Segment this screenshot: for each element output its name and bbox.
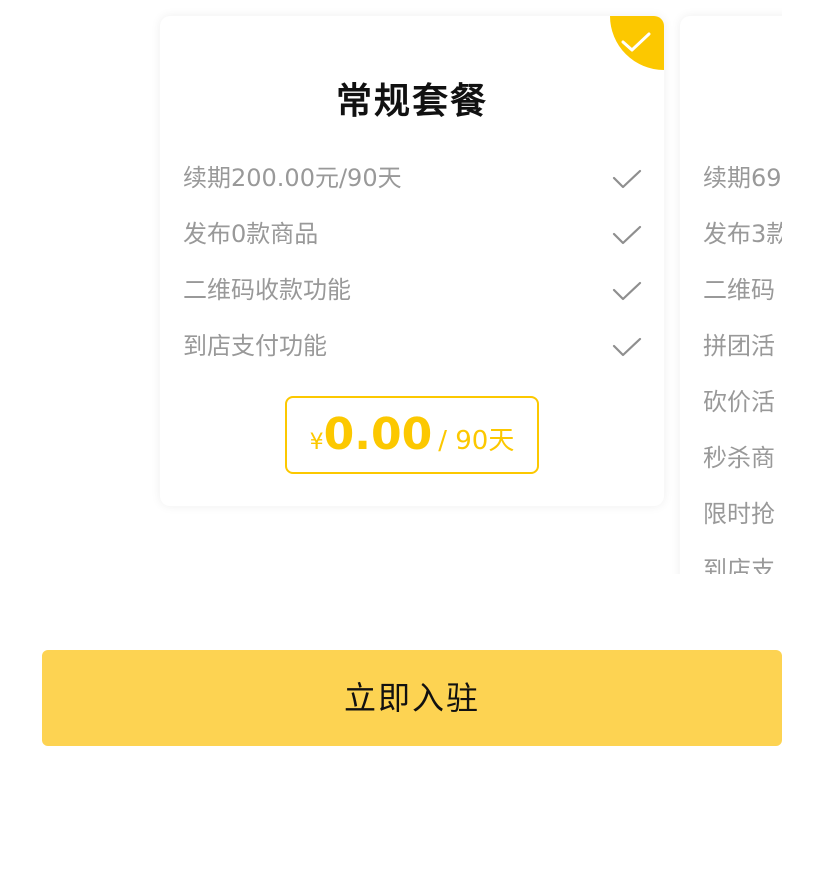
feature-label: 秒杀商: [703, 444, 775, 472]
plan-card-regular[interactable]: 常规套餐 续期200.00元/90天 发布0款商品 二维码收款功能 到店支付功能…: [160, 16, 664, 506]
check-icon: [612, 337, 642, 357]
plan-selection-page: 常规套餐 续期200.00元/90天 发布0款商品 二维码收款功能 到店支付功能…: [0, 0, 825, 878]
price-box: ¥0.00/ 90天: [285, 396, 539, 474]
feature-label: 续期200.00元/90天: [183, 164, 402, 192]
feature-item: 续期200.00元/90天: [183, 156, 642, 212]
feature-item: 发布3款: [703, 212, 782, 268]
price-period: / 90天: [438, 426, 515, 456]
feature-item: 续期69: [703, 156, 782, 212]
feature-label: 限时抢: [703, 500, 775, 528]
check-icon: [612, 281, 642, 301]
price-currency: ¥: [309, 430, 324, 455]
feature-label: 二维码: [703, 276, 775, 304]
plan-title: 常规套餐: [335, 81, 488, 122]
feature-item: 砍价活: [703, 380, 782, 436]
feature-item: 到店支付功能: [183, 324, 642, 380]
check-icon: [621, 32, 651, 52]
feature-label: 到店支付功能: [183, 332, 327, 360]
check-icon: [612, 225, 642, 245]
feature-label: 发布0款商品: [183, 220, 319, 248]
feature-item: 秒杀商: [703, 436, 782, 492]
feature-item: 二维码收款功能: [183, 268, 642, 324]
feature-label: 续期69: [703, 164, 782, 192]
price-amount: 0.00: [323, 409, 433, 460]
feature-label: 发布3款: [703, 220, 782, 248]
feature-item: 发布0款商品: [183, 212, 642, 268]
feature-list: 续期200.00元/90天 发布0款商品 二维码收款功能 到店支付功能: [183, 156, 642, 380]
feature-item: 二维码: [703, 268, 782, 324]
join-now-button[interactable]: 立即入驻: [42, 650, 782, 746]
feature-item: 限时抢: [703, 492, 782, 548]
feature-label: 拼团活: [703, 332, 775, 360]
feature-label: 二维码收款功能: [183, 276, 351, 304]
feature-list: 续期69 发布3款 二维码 拼团活 砍价活 秒杀商 限时抢 到店支: [703, 156, 782, 574]
feature-label: 砍价活: [703, 388, 775, 416]
feature-item: 拼团活: [703, 324, 782, 380]
feature-item: 到店支: [703, 548, 782, 574]
feature-label: 到店支: [703, 556, 775, 574]
check-icon: [612, 169, 642, 189]
plan-carousel[interactable]: 常规套餐 续期200.00元/90天 发布0款商品 二维码收款功能 到店支付功能…: [0, 0, 782, 574]
plan-card-next[interactable]: 续期69 发布3款 二维码 拼团活 砍价活 秒杀商 限时抢 到店支: [680, 16, 782, 574]
